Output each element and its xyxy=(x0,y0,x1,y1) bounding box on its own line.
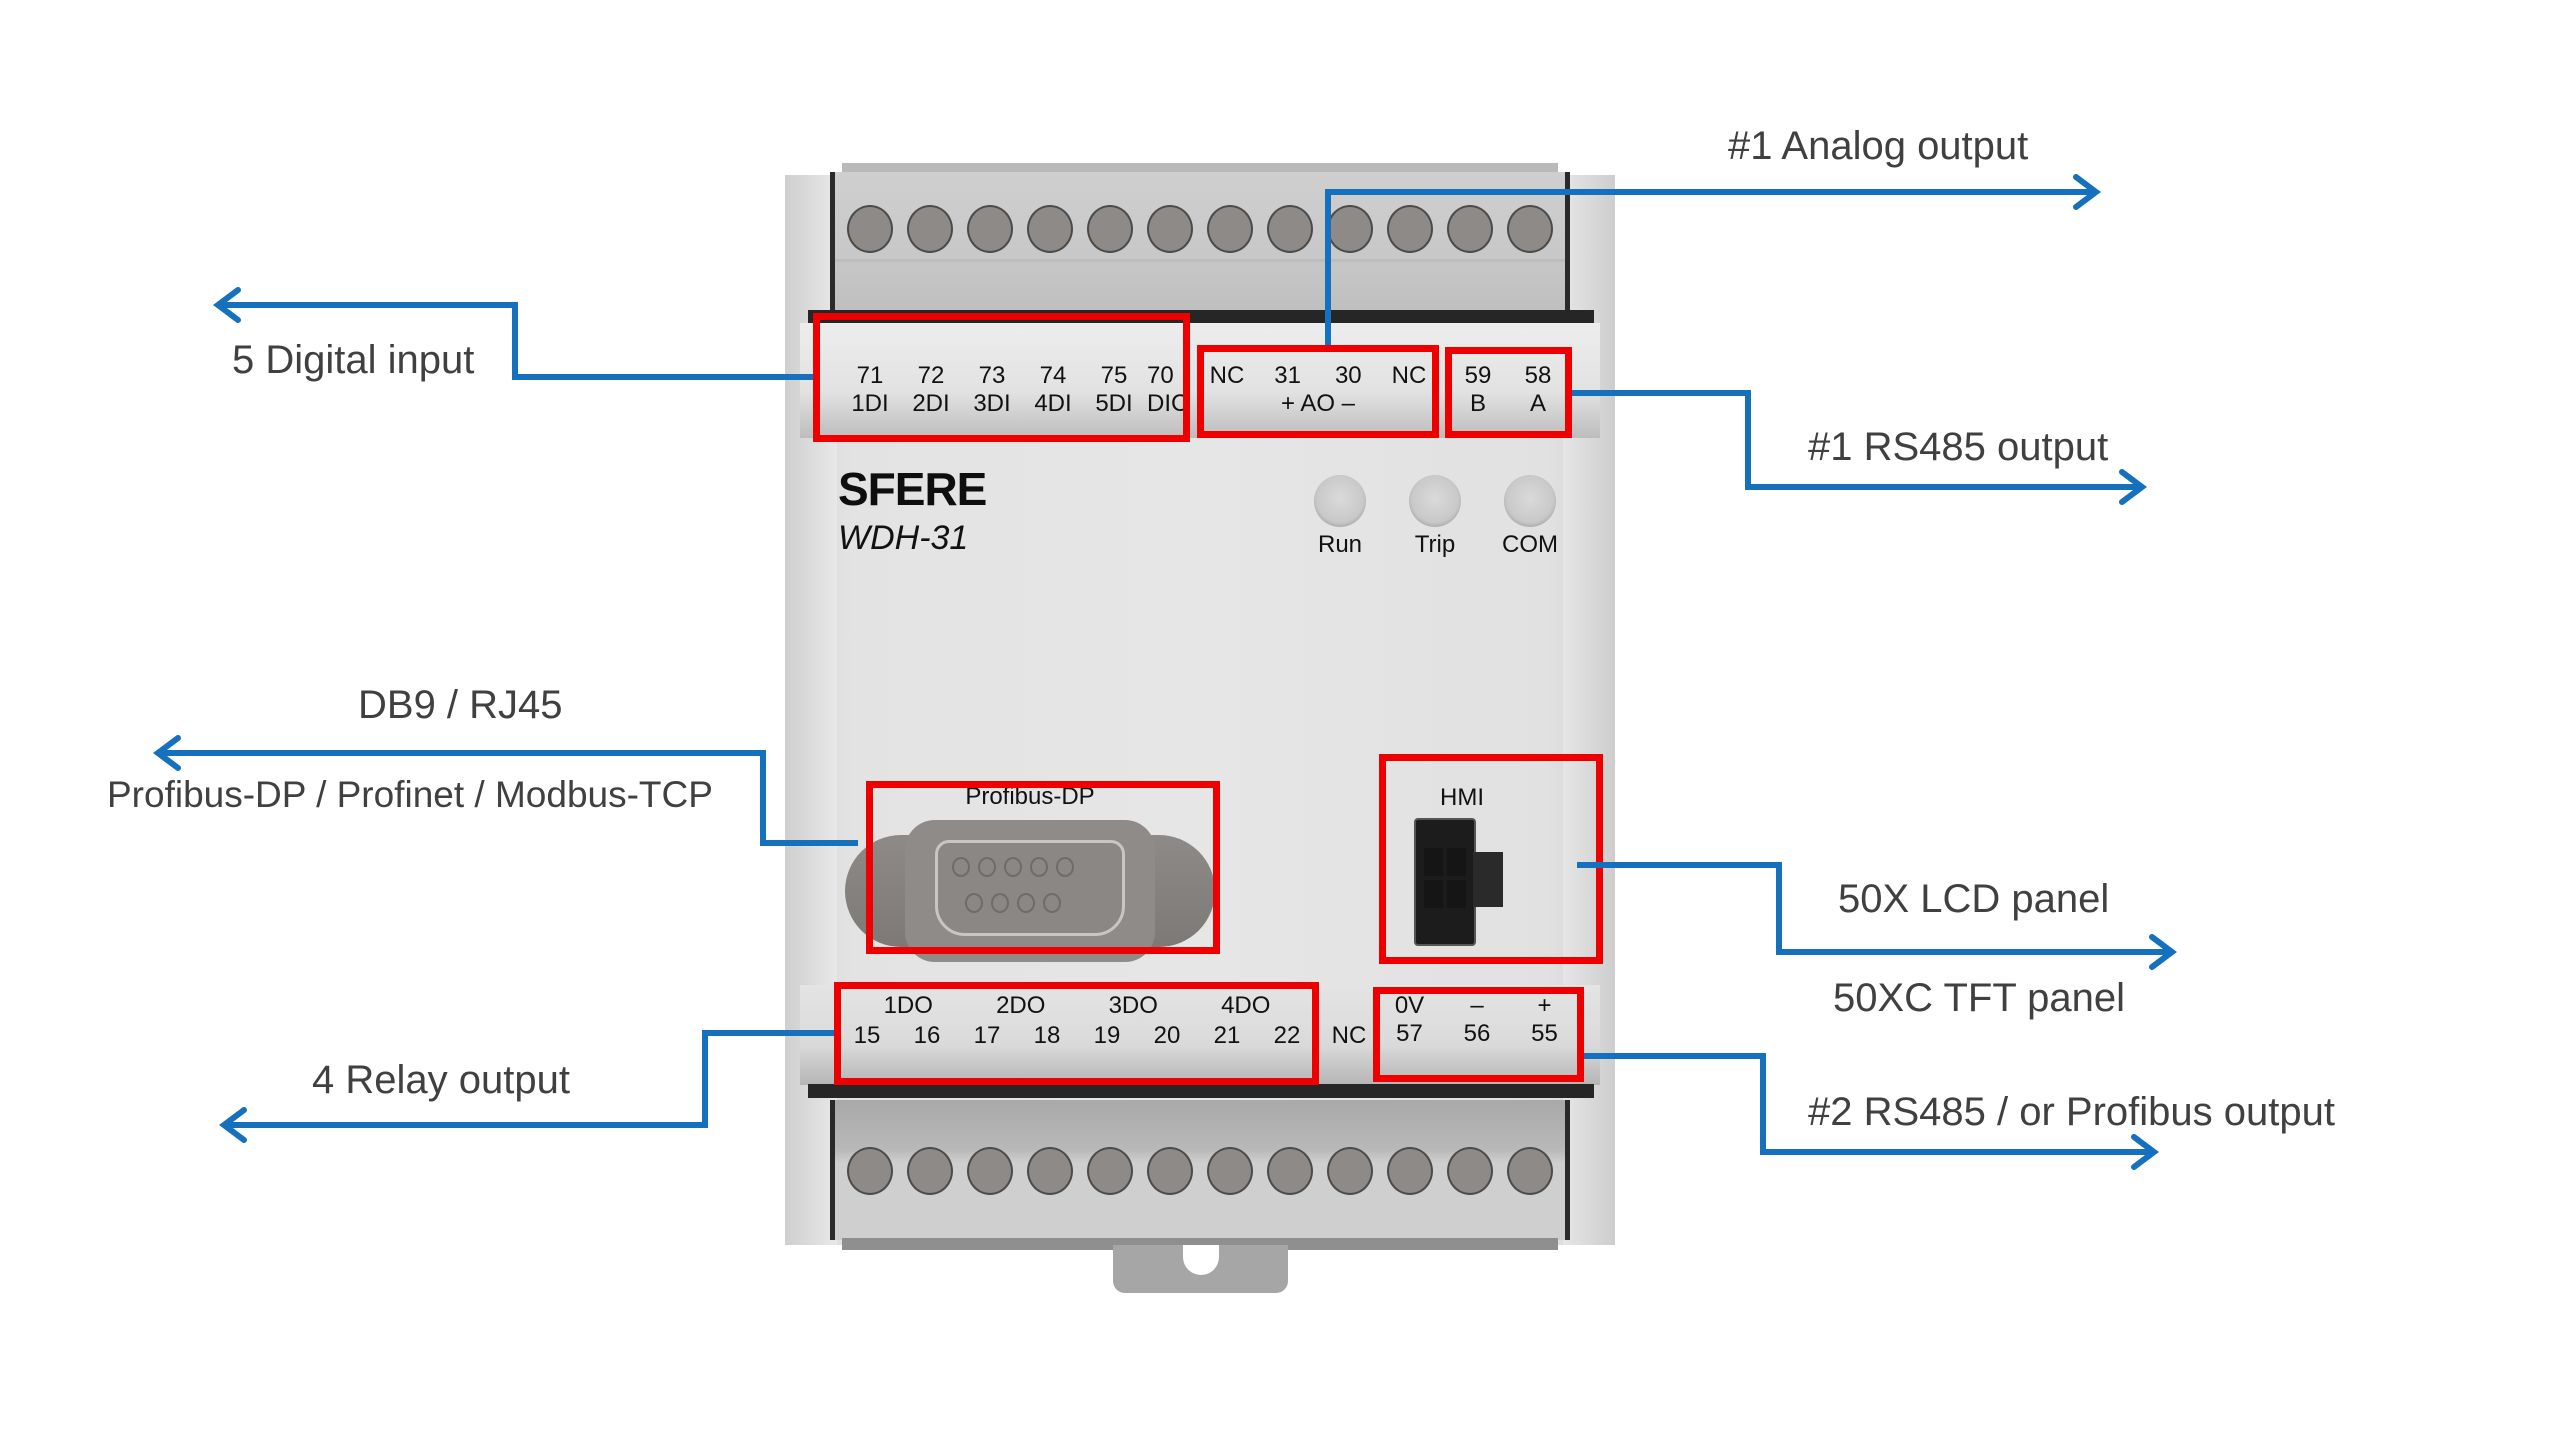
annotation-analog-output: #1 Analog output xyxy=(1728,124,2029,168)
annotation-rs485-1: #1 RS485 output xyxy=(1808,425,2109,469)
annotation-digital-input: 5 Digital input xyxy=(232,338,475,382)
annotation-tft-panel: 50XC TFT panel xyxy=(1833,976,2126,1020)
annotation-lcd-panel: 50X LCD panel xyxy=(1838,877,2110,921)
callout-line-analog-output xyxy=(1325,189,2092,345)
annotation-relay-output: 4 Relay output xyxy=(312,1058,570,1102)
annotation-db9-protocols: Profibus-DP / Profinet / Modbus-TCP xyxy=(107,774,713,815)
annotation-rs485-2: #2 RS485 / or Profibus output xyxy=(1808,1090,2335,1134)
annotation-db9-title: DB9 / RJ45 xyxy=(358,683,563,727)
